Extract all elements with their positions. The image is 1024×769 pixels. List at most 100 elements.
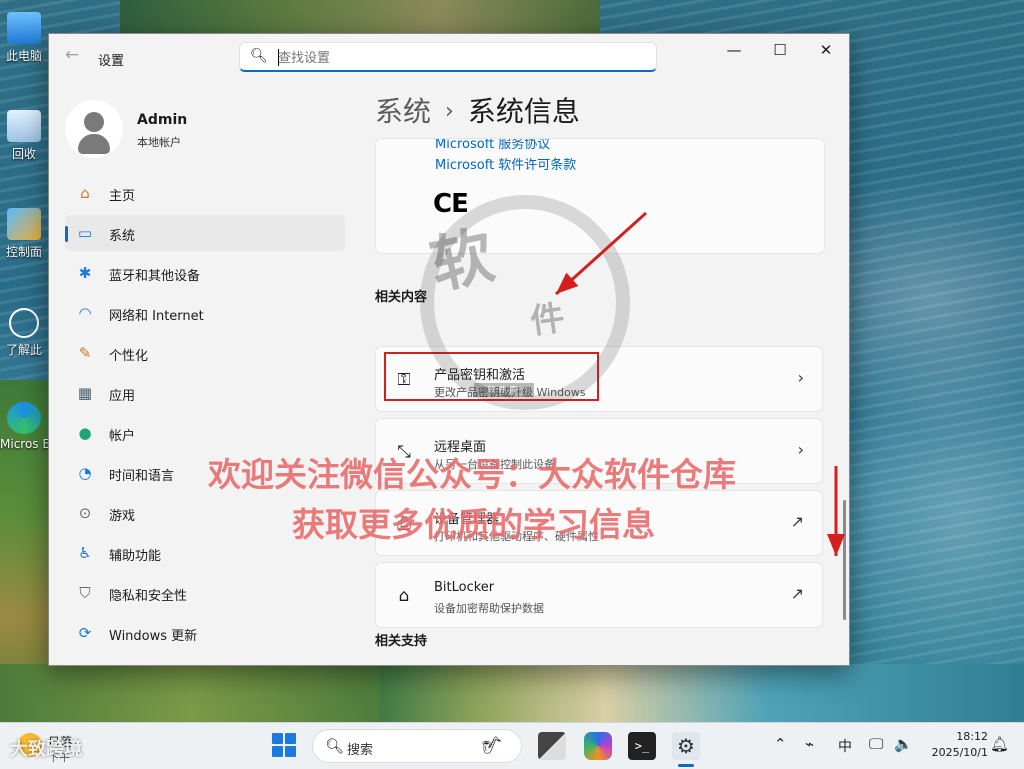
wallpaper-grass [0,664,380,724]
sidebar-item[interactable]: ▭ 系统 [65,215,345,251]
accessibility-icon: ♿ [78,544,92,562]
sidebar-item[interactable]: ♿ 辅助功能 [65,535,345,571]
watermark-corner-text: 大致跨境 [10,739,82,760]
settings-icon[interactable]: ⚙ [672,732,700,760]
sidebar-item-label: 蓝牙和其他设备 [109,269,201,284]
profile-account-type: 本地帐户 [137,136,181,149]
bluetooth-icon: ✱ [78,264,92,282]
sidebar-item[interactable]: ⌂ 主页 [65,175,345,211]
sidebar-item-label: 主页 [109,189,136,204]
sidebar-item-label: 游戏 [109,509,136,524]
sidebar-item[interactable]: ✱ 蓝牙和其他设备 [65,255,345,291]
external-link-icon: ↗ [790,512,804,531]
edge-icon [7,402,41,434]
sidebar-item-label: 个性化 [109,349,149,364]
clock[interactable]: 18:12 2025/10/1 [918,729,988,761]
row-title: 远程桌面 [434,440,487,455]
file-explorer-icon[interactable] [538,732,566,760]
legal-card: Microsoft 服务协议 Microsoft 软件许可条款 CE [375,138,825,254]
sidebar-item[interactable]: ● 帐户 [65,415,345,451]
sidebar-item-label: 帐户 [109,429,136,444]
row-subtitle: 从另一台设备控制此设备 [434,458,555,471]
desktop-icon-learn[interactable]: 了解此 [0,308,48,358]
volume-icon[interactable]: 🔈 [894,735,913,753]
account-icon: ● [78,424,92,442]
m365-copilot-icon[interactable] [584,732,612,760]
row-subtitle: 打印机和其他驱动程序、硬件属性 [434,530,599,543]
sidebar-item-label: Windows 更新 [109,629,198,644]
windows-logo-pane [285,733,296,744]
wallpaper-beach [380,664,1024,724]
sidebar-item-label: 时间和语言 [109,469,175,484]
page-title: 系统信息 [467,95,580,128]
search-highlight-icon: 🎷︎ [481,736,503,756]
avatar-head [84,112,104,132]
chevron-up-icon[interactable]: ⌃ [774,735,787,753]
taskbar-search[interactable]: 🔍︎ 搜索 🎷︎ [312,729,522,763]
apps-icon: ▦ [77,384,93,402]
desktop-icon-recycle-bin[interactable]: 回收 [0,110,48,162]
clock-date: 2025/10/1 [931,746,988,759]
service-agreement-link[interactable]: Microsoft 服务协议 [435,139,550,152]
windows-logo-pane [272,746,283,757]
external-link-icon: ↗ [790,584,804,603]
avatar-body [78,134,110,154]
avatar [65,100,123,158]
title-bar: ← 设置 🔍︎ — ☐ ✕ [49,34,849,80]
scrollbar[interactable] [843,500,846,620]
sidebar-item-label: 系统 [109,229,136,244]
related-support-heading: 相关支持 [375,634,428,649]
sidebar-item[interactable]: ⊙ 游戏 [65,495,345,531]
terminal-icon[interactable]: >_ [628,732,656,760]
maximize-button[interactable]: ☐ [757,34,803,66]
breadcrumb-separator: › [445,99,454,124]
settings-search-box[interactable]: 🔍︎ [239,42,657,72]
breadcrumb-parent[interactable]: 系统 [375,95,431,128]
sidebar-item[interactable]: ▦ 应用 [65,375,345,411]
ce-mark: CE [433,189,469,219]
sidebar-item[interactable]: ◔ 时间和语言 [65,455,345,491]
shield-icon: ⛉ [79,584,91,602]
minimize-button[interactable]: — [711,34,757,66]
search-icon: 🔍︎ [250,48,268,64]
sidebar-nav: ⌂ 主页 ▭ 系统 ✱ 蓝牙和其他设备 ◠ 网络和 Internet ✎ 个性化 ▦ 应用 ● 帐户 ◔ 时间… [65,175,345,655]
sidebar-item-label: 网络和 Internet [109,309,204,324]
desktop-icon-label: 此电脑 [5,49,42,63]
recycle-bin-icon [7,110,41,142]
back-arrow-icon[interactable]: ← [61,44,83,66]
row-title: BitLocker [434,580,495,595]
ime-indicator[interactable]: 中 [838,736,852,756]
desktop-icon-control-panel[interactable]: 控制面 [0,208,48,260]
desktop-icon-label: 回收 [11,147,36,161]
learn-icon [9,308,39,338]
sidebar-item[interactable]: ⛉ 隐私和安全性 [65,575,345,611]
device-manager-row[interactable]: ⎙ 设备管理器 打印机和其他驱动程序、硬件属性 ↗ [375,490,823,556]
windows-logo-pane [285,746,296,757]
row-subtitle: 设备加密帮助保护数据 [434,602,544,615]
profile-name: Admin [137,112,188,128]
windows-logo-pane [272,733,283,744]
search-input[interactable] [276,47,640,69]
network-icon[interactable]: ⌁ [805,735,814,753]
sidebar-item[interactable]: ⟳ Windows 更新 [65,615,345,651]
desktop-icon-label: 控制面 [5,245,42,259]
desktop-icon-this-pc[interactable]: 此电脑 [0,12,48,64]
settings-window: ← 设置 🔍︎ — ☐ ✕ Admin 本地帐户 ⌂ 主页 ▭ 系统 ✱ 蓝牙和其他设备 ◠… [48,33,850,666]
product-key-row[interactable]: ⚿ 产品密钥和激活 更改产品密钥或升级 Windows › [375,346,823,412]
desktop-icon-edge[interactable]: Micros Edg [0,402,48,451]
sidebar: Admin 本地帐户 ⌂ 主页 ▭ 系统 ✱ 蓝牙和其他设备 ◠ 网络和 Internet ✎ 个… [49,80,359,665]
bitlocker-icon: ⌂ [398,586,410,606]
sidebar-item[interactable]: ◠ 网络和 Internet [65,295,345,331]
display-icon[interactable]: 🖵︎ [869,735,883,753]
license-terms-link[interactable]: Microsoft 软件许可条款 [435,154,576,173]
bitlocker-row[interactable]: ⌂ BitLocker 设备加密帮助保护数据 ↗ [375,562,823,628]
start-button[interactable] [272,733,298,759]
notification-bell-icon[interactable]: 🔔︎ [990,735,1009,753]
sidebar-item[interactable]: ✎ 个性化 [65,335,345,371]
close-button[interactable]: ✕ [803,34,849,66]
sidebar-item-label: 隐私和安全性 [109,589,188,604]
sidebar-item-label: 应用 [109,389,136,404]
update-icon: ⟳ [78,624,92,642]
remote-desktop-icon: ⤡ [397,442,411,462]
remote-desktop-row[interactable]: ⤡ 远程桌面 从另一台设备控制此设备 › [375,418,823,484]
